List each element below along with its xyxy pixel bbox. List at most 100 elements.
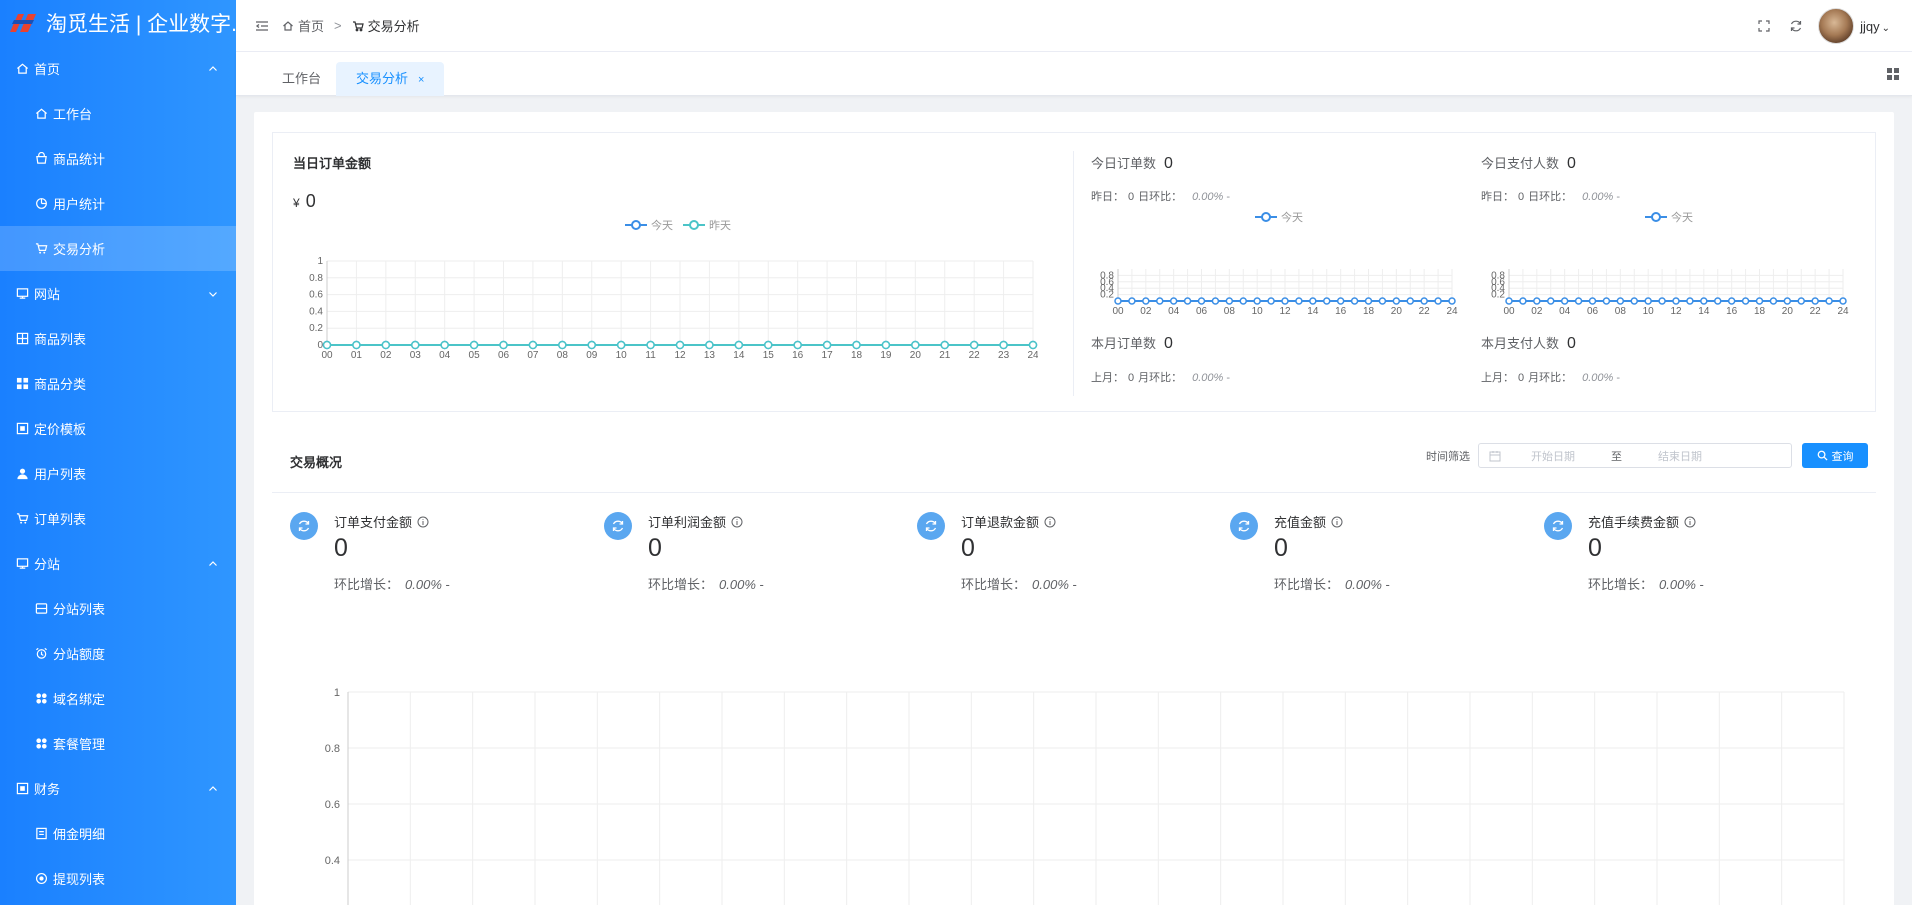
sidebar-item[interactable]: 用户列表 [0, 451, 236, 496]
fullscreen-icon[interactable] [1756, 18, 1772, 34]
data-point [1028, 340, 1038, 350]
x-tick-label: 02 [1140, 306, 1152, 317]
x-tick-label: 12 [674, 350, 686, 361]
chevron-down-icon: ⌄ [1881, 22, 1890, 34]
user-avatar[interactable] [1818, 8, 1855, 44]
circle-icon [34, 872, 48, 886]
metric-label-wrap: 充值手续费金额 [1588, 512, 1696, 531]
sidebar-item[interactable]: 分站额度 [0, 631, 236, 676]
calendar-icon [1489, 450, 1501, 461]
data-point [999, 340, 1008, 350]
data-point [1336, 297, 1345, 305]
data-point [675, 340, 685, 350]
info-icon[interactable] [1331, 516, 1343, 528]
data-point [969, 340, 979, 350]
legend-today[interactable]: 今天 [625, 217, 673, 233]
collapse-menu-icon[interactable] [254, 18, 270, 34]
x-tick-label: 12 [1670, 306, 1682, 317]
data-point [528, 340, 538, 350]
sidebar-item[interactable]: 商品分类 [0, 361, 236, 406]
sidebar-item[interactable]: 网站 [0, 271, 236, 316]
sidebar-item-label: 商品分类 [34, 377, 87, 392]
overview-title: 交易概况 [290, 455, 343, 470]
data-point [1114, 297, 1122, 305]
x-tick-label: 14 [1307, 306, 1319, 317]
tab-workbench[interactable]: 工作台 [262, 62, 341, 96]
legend-today[interactable]: 今天 [1645, 209, 1693, 225]
x-tick-label: 03 [410, 350, 422, 361]
x-tick-label: 20 [1391, 306, 1403, 317]
sidebar-item[interactable]: 财务 [0, 766, 236, 811]
query-button[interactable]: 查询 [1802, 443, 1868, 468]
ratio-dash: - [1226, 191, 1231, 203]
start-date-input[interactable]: 开始日期 [1531, 448, 1575, 464]
legend-line-icon [1255, 212, 1277, 222]
data-point [1769, 297, 1778, 305]
info-icon[interactable] [1044, 516, 1056, 528]
y-tick-label: 0.4 [309, 306, 323, 317]
legend-today-label: 今天 [1671, 212, 1693, 224]
growth-ratio: 0.00% [1345, 577, 1382, 592]
ratio-label: 日环比： [1528, 191, 1573, 203]
legend-today-label: 今天 [651, 220, 673, 232]
data-point [1630, 297, 1638, 305]
sidebar-item[interactable]: 佣金明细 [0, 811, 236, 856]
sidebar-item[interactable]: 定价模板 [0, 406, 236, 451]
data-point [1741, 297, 1750, 305]
sidebar-item[interactable]: 订单列表 [0, 496, 236, 541]
sidebar-item-label: 提现列表 [53, 872, 106, 887]
metric-label: 订单退款金额 [961, 515, 1040, 530]
legend-yesterday[interactable]: 昨天 [683, 217, 731, 233]
sidebar-item-label: 分站列表 [53, 602, 106, 617]
user-menu[interactable]: jjqy ⌄ [1860, 19, 1890, 34]
close-icon[interactable]: × [418, 74, 424, 86]
refresh-icon[interactable] [1788, 18, 1804, 34]
app-logo[interactable]: 淘觅生活 | 企业数字... [0, 0, 236, 46]
sidebar-item[interactable]: 分站列表 [0, 586, 236, 631]
overview-divider [272, 492, 1876, 493]
info-icon[interactable] [731, 516, 743, 528]
legend-today[interactable]: 今天 [1255, 209, 1303, 225]
info-icon[interactable] [1684, 516, 1696, 528]
data-point [793, 340, 802, 350]
sidebar-item-label: 域名绑定 [53, 692, 106, 707]
sidebar-item-label: 工作台 [53, 107, 93, 122]
data-point [1169, 297, 1178, 305]
x-tick-label: 22 [1810, 306, 1822, 317]
sidebar-item[interactable]: 工作台 [0, 91, 236, 136]
x-tick-label: 08 [1615, 306, 1627, 317]
tab-trade-analysis[interactable]: 交易分析 × [336, 62, 445, 96]
x-tick-label: 24 [1837, 306, 1849, 317]
end-date-input[interactable]: 结束日期 [1658, 448, 1702, 464]
sidebar-item[interactable]: 商品列表 [0, 316, 236, 361]
info-icon[interactable] [417, 516, 429, 528]
breadcrumb-home[interactable]: 首页 [298, 16, 324, 35]
metric-label-wrap: 订单退款金额 [961, 512, 1056, 531]
template-icon [15, 782, 29, 796]
sidebar-item[interactable]: 商品统计 [0, 136, 236, 181]
data-point [381, 340, 391, 350]
sidebar-item[interactable]: 分站 [0, 541, 236, 586]
data-point [1128, 297, 1136, 305]
sidebar-item[interactable]: 首页 [0, 46, 236, 91]
today-orders-stat: 今日订单数 0 [1091, 153, 1173, 173]
date-range-picker[interactable]: 开始日期 至 结束日期 [1478, 443, 1792, 468]
x-tick-label: 08 [1224, 306, 1236, 317]
sidebar-item[interactable]: 提现列表 [0, 856, 236, 901]
legend-yesterday-label: 昨天 [709, 220, 731, 232]
sidebar-item[interactable]: 套餐管理 [0, 721, 236, 766]
ratio-label: 日环比： [1138, 191, 1183, 203]
data-point [1364, 297, 1373, 305]
data-point [411, 340, 420, 350]
data-point [911, 340, 920, 350]
growth-label: 环比增长： [334, 577, 400, 592]
sidebar-item[interactable]: 用户统计 [0, 181, 236, 226]
sidebar-item[interactable]: 域名绑定 [0, 676, 236, 721]
x-tick-label: 18 [851, 350, 863, 361]
sidebar-item[interactable]: 交易分析 [0, 226, 236, 271]
data-point [352, 340, 361, 350]
tabs-menu-icon[interactable] [1886, 67, 1900, 81]
sidebar-item-label: 分站 [34, 557, 61, 572]
data-point [1727, 297, 1736, 305]
today-payers-stat: 今日支付人数 0 [1481, 153, 1576, 173]
